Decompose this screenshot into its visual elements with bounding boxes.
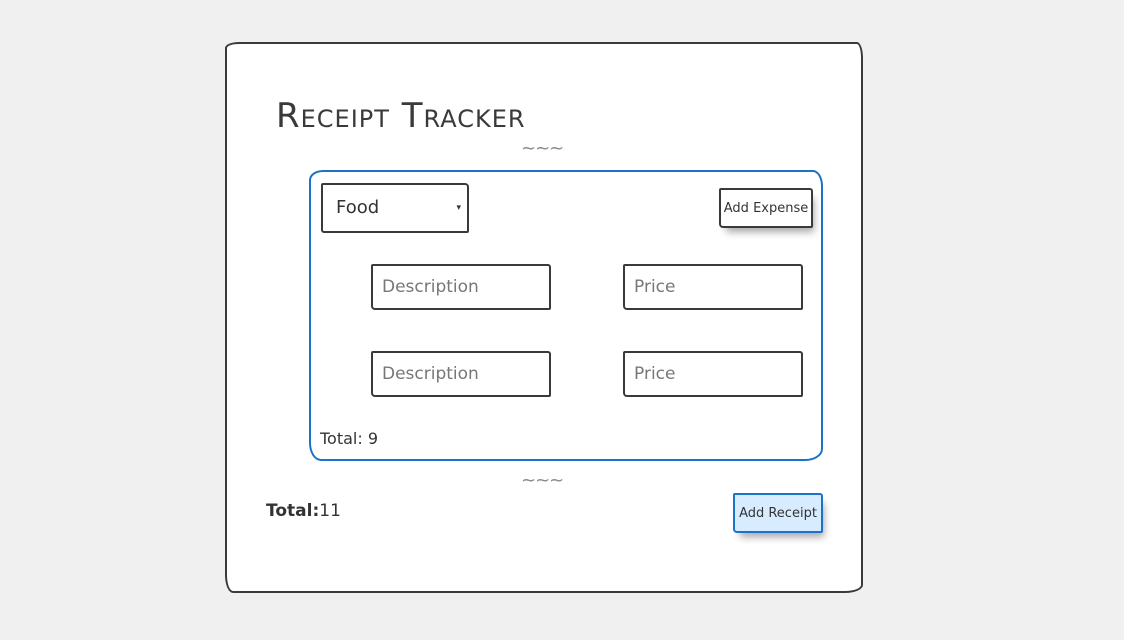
add-expense-button[interactable]: Add Expense [719, 188, 813, 228]
receipt-tracker-card: Receipt Tracker ~~~ Food ▾ Add Expense T… [225, 42, 863, 593]
grand-total-label: Total: [266, 501, 320, 521]
grand-total: Total:11 [266, 501, 341, 521]
category-selected-value: Food [336, 197, 380, 218]
description-input-2[interactable] [371, 351, 551, 397]
price-input-1[interactable] [623, 264, 803, 310]
page-title: Receipt Tracker [276, 96, 526, 136]
divider-top: ~~~ [521, 138, 564, 159]
receipt-total-label: Total: [320, 429, 363, 448]
description-input-1[interactable] [371, 264, 551, 310]
price-input-2[interactable] [623, 351, 803, 397]
divider-bottom: ~~~ [521, 470, 564, 491]
caret-down-icon: ▾ [456, 203, 461, 213]
receipt-total: Total: 9 [320, 429, 378, 448]
category-select[interactable]: Food ▾ [321, 183, 469, 233]
add-receipt-button[interactable]: Add Receipt [733, 493, 823, 533]
receipt-total-value: 9 [367, 429, 379, 448]
receipt-panel: Food ▾ Add Expense Total: 9 [309, 170, 823, 461]
grand-total-value: 11 [319, 501, 341, 521]
